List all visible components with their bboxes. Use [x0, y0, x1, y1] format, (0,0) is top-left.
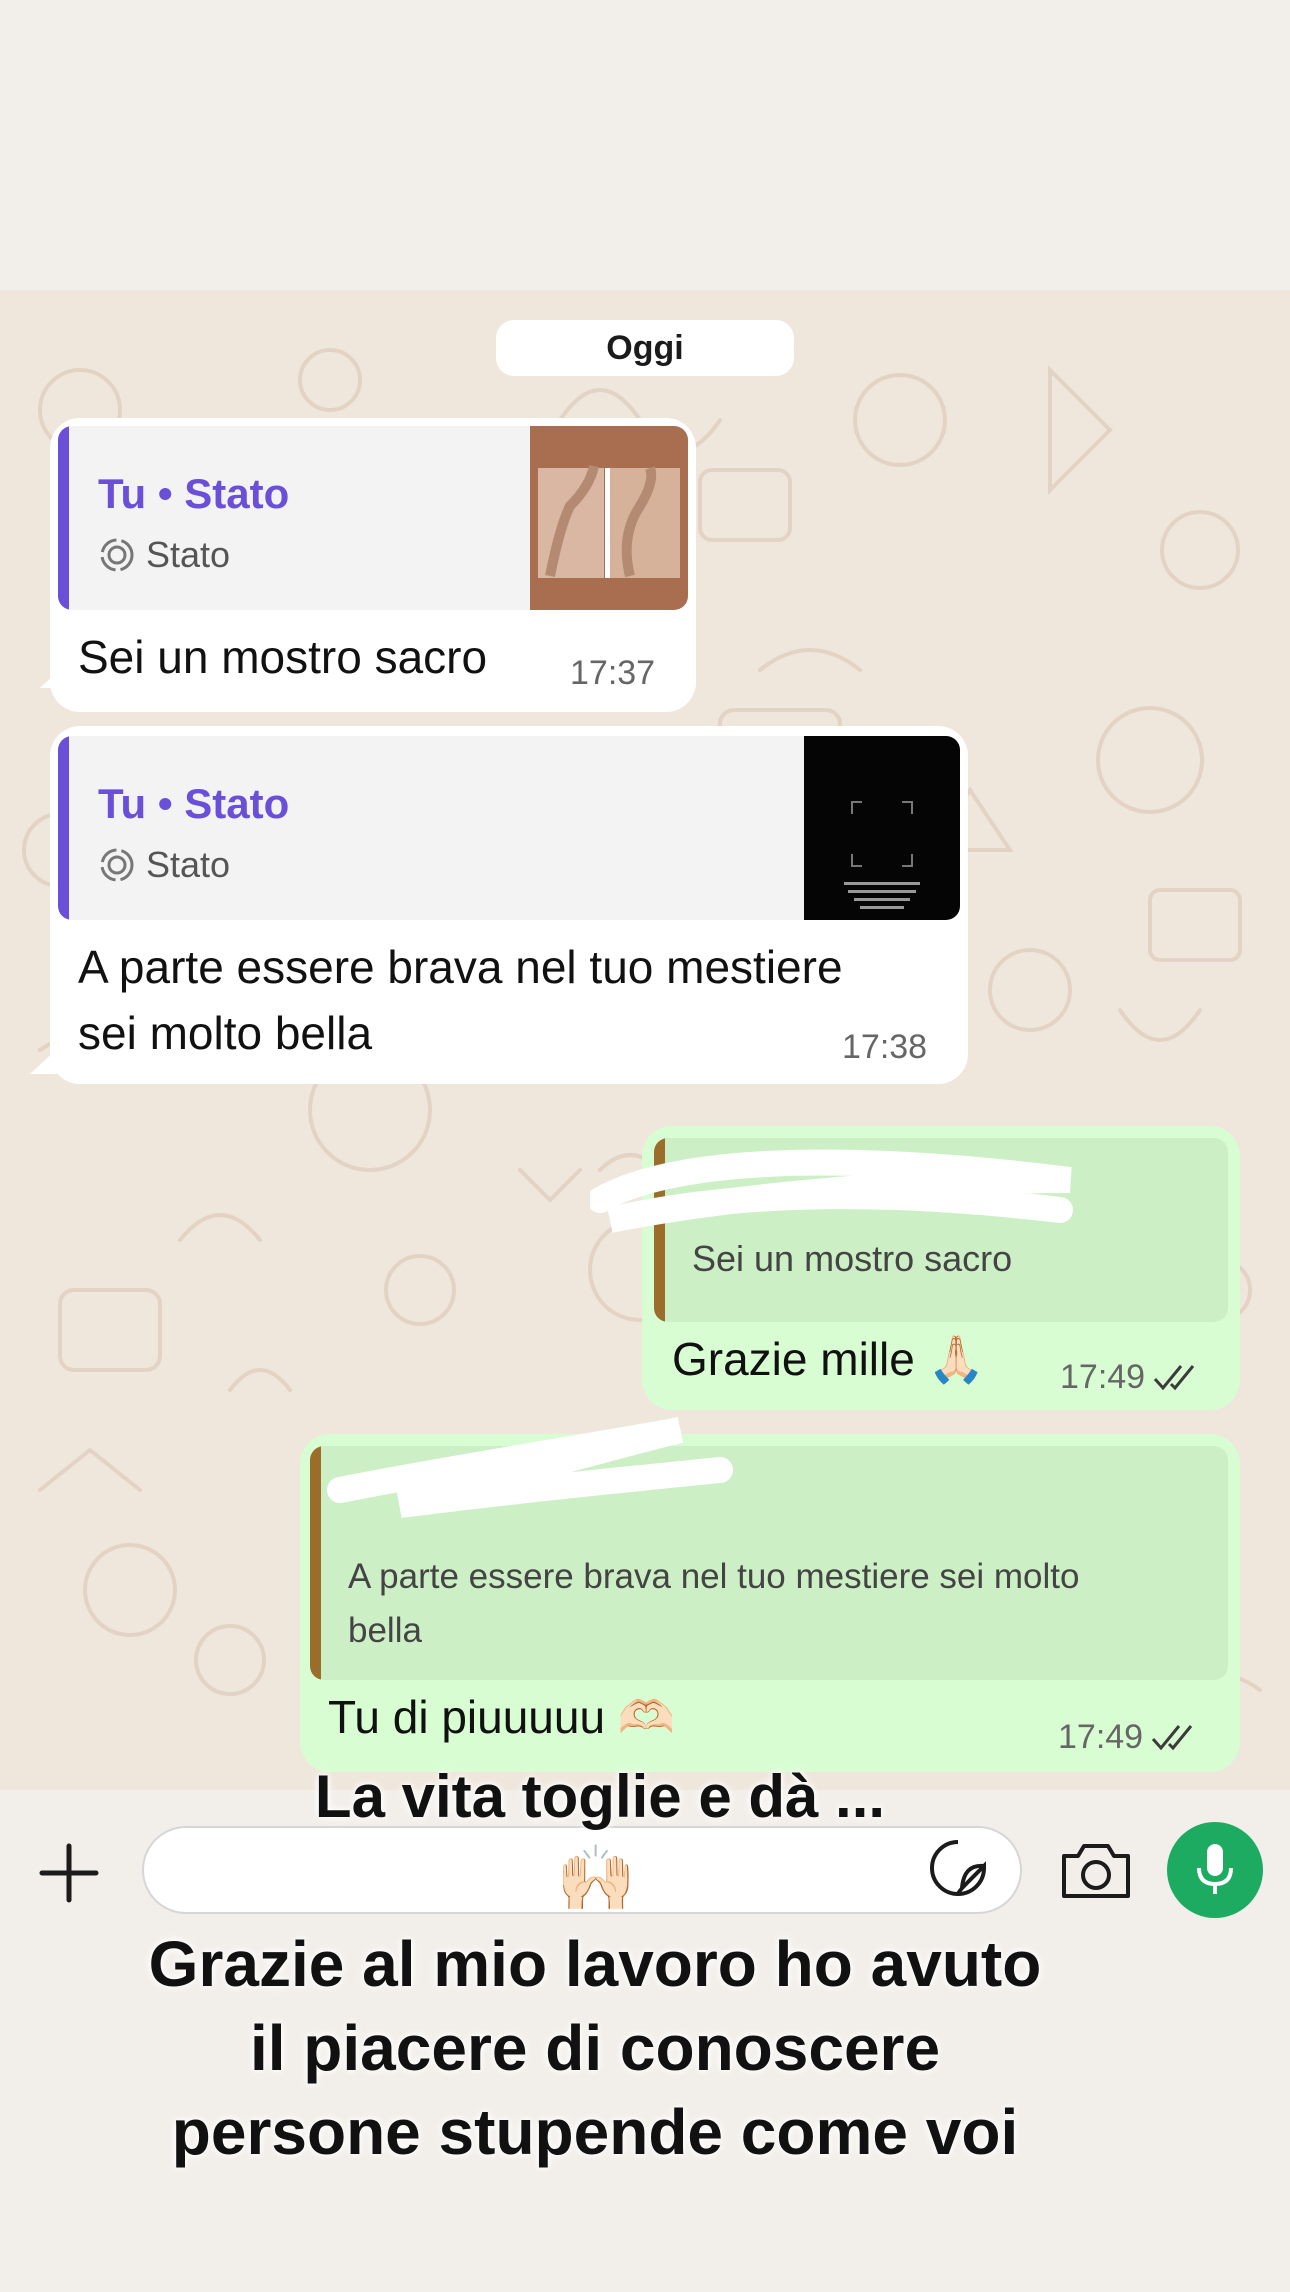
redaction-scribble [327, 1417, 733, 1518]
status-icon [100, 538, 134, 572]
quote-bar [58, 736, 69, 920]
caption-line1: Grazie al mio lavoro ho avuto [148, 1928, 1042, 2000]
incoming-message[interactable]: Tu • Stato Stato A parte essere brava ne… [50, 726, 968, 1084]
message-text: Grazie mille 🙏🏻 [672, 1333, 985, 1385]
reply-status-label: Stato [146, 534, 231, 575]
reply-status-label: Stato [146, 844, 231, 885]
reply-text-line1: A parte essere brava nel tuo mestiere se… [348, 1557, 1080, 1596]
raised-hands-emoji: 🙌🏻 [556, 1842, 636, 1914]
reply-text-line2: bella [348, 1611, 422, 1650]
mic-button[interactable] [1167, 1822, 1263, 1918]
message-text: Sei un mostro sacro [78, 631, 488, 683]
caption-top: La vita toglie e dà ... [314, 1763, 886, 1830]
top-blank-area [0, 0, 1290, 290]
incoming-message[interactable]: Tu • Stato Stato Sei un mostro sacro 17:… [50, 418, 696, 712]
status-icon [100, 848, 134, 882]
message-time: 17:38 [842, 1028, 928, 1066]
status-thumbnail[interactable] [530, 426, 688, 610]
message-time: 17:49 [1058, 1718, 1144, 1756]
redaction-scribble [590, 1149, 1073, 1233]
caption-line3: persone stupende come voi [171, 2096, 1019, 2168]
message-time: 17:37 [570, 654, 656, 692]
reply-text: Sei un mostro sacro [692, 1238, 1013, 1279]
reply-author: Tu • Stato [98, 470, 290, 517]
reply-status-row: Stato [98, 534, 230, 576]
message-time-row: 17:49 [1060, 1358, 1201, 1397]
reply-preview[interactable]: Tu • Stato Stato [58, 736, 960, 920]
camera-icon[interactable] [1058, 1838, 1134, 1902]
day-separator: Oggi [496, 320, 794, 376]
read-ticks-icon [1151, 1724, 1193, 1750]
message-time: 17:49 [1060, 1358, 1146, 1396]
reply-status-row: Stato [98, 844, 230, 886]
message-time-row: 17:49 [1058, 1718, 1199, 1757]
reply-preview[interactable]: Tu • Stato Stato [58, 426, 688, 610]
status-thumbnail[interactable] [804, 736, 960, 920]
message-text: Tu di piuuuuu 🫶🏻 [328, 1691, 676, 1743]
message-text-line2: sei molto bella [78, 1007, 373, 1059]
caption-line2: il piacere di conoscere [249, 2012, 941, 2084]
mic-icon [1197, 1844, 1233, 1894]
message-text-line1: A parte essere brava nel tuo mestiere [78, 941, 843, 993]
quote-bar [58, 426, 69, 610]
reply-author: Tu • Stato [98, 780, 290, 827]
read-ticks-icon [1153, 1364, 1195, 1390]
sticker-icon[interactable] [928, 1838, 988, 1898]
plus-icon[interactable] [38, 1842, 100, 1904]
